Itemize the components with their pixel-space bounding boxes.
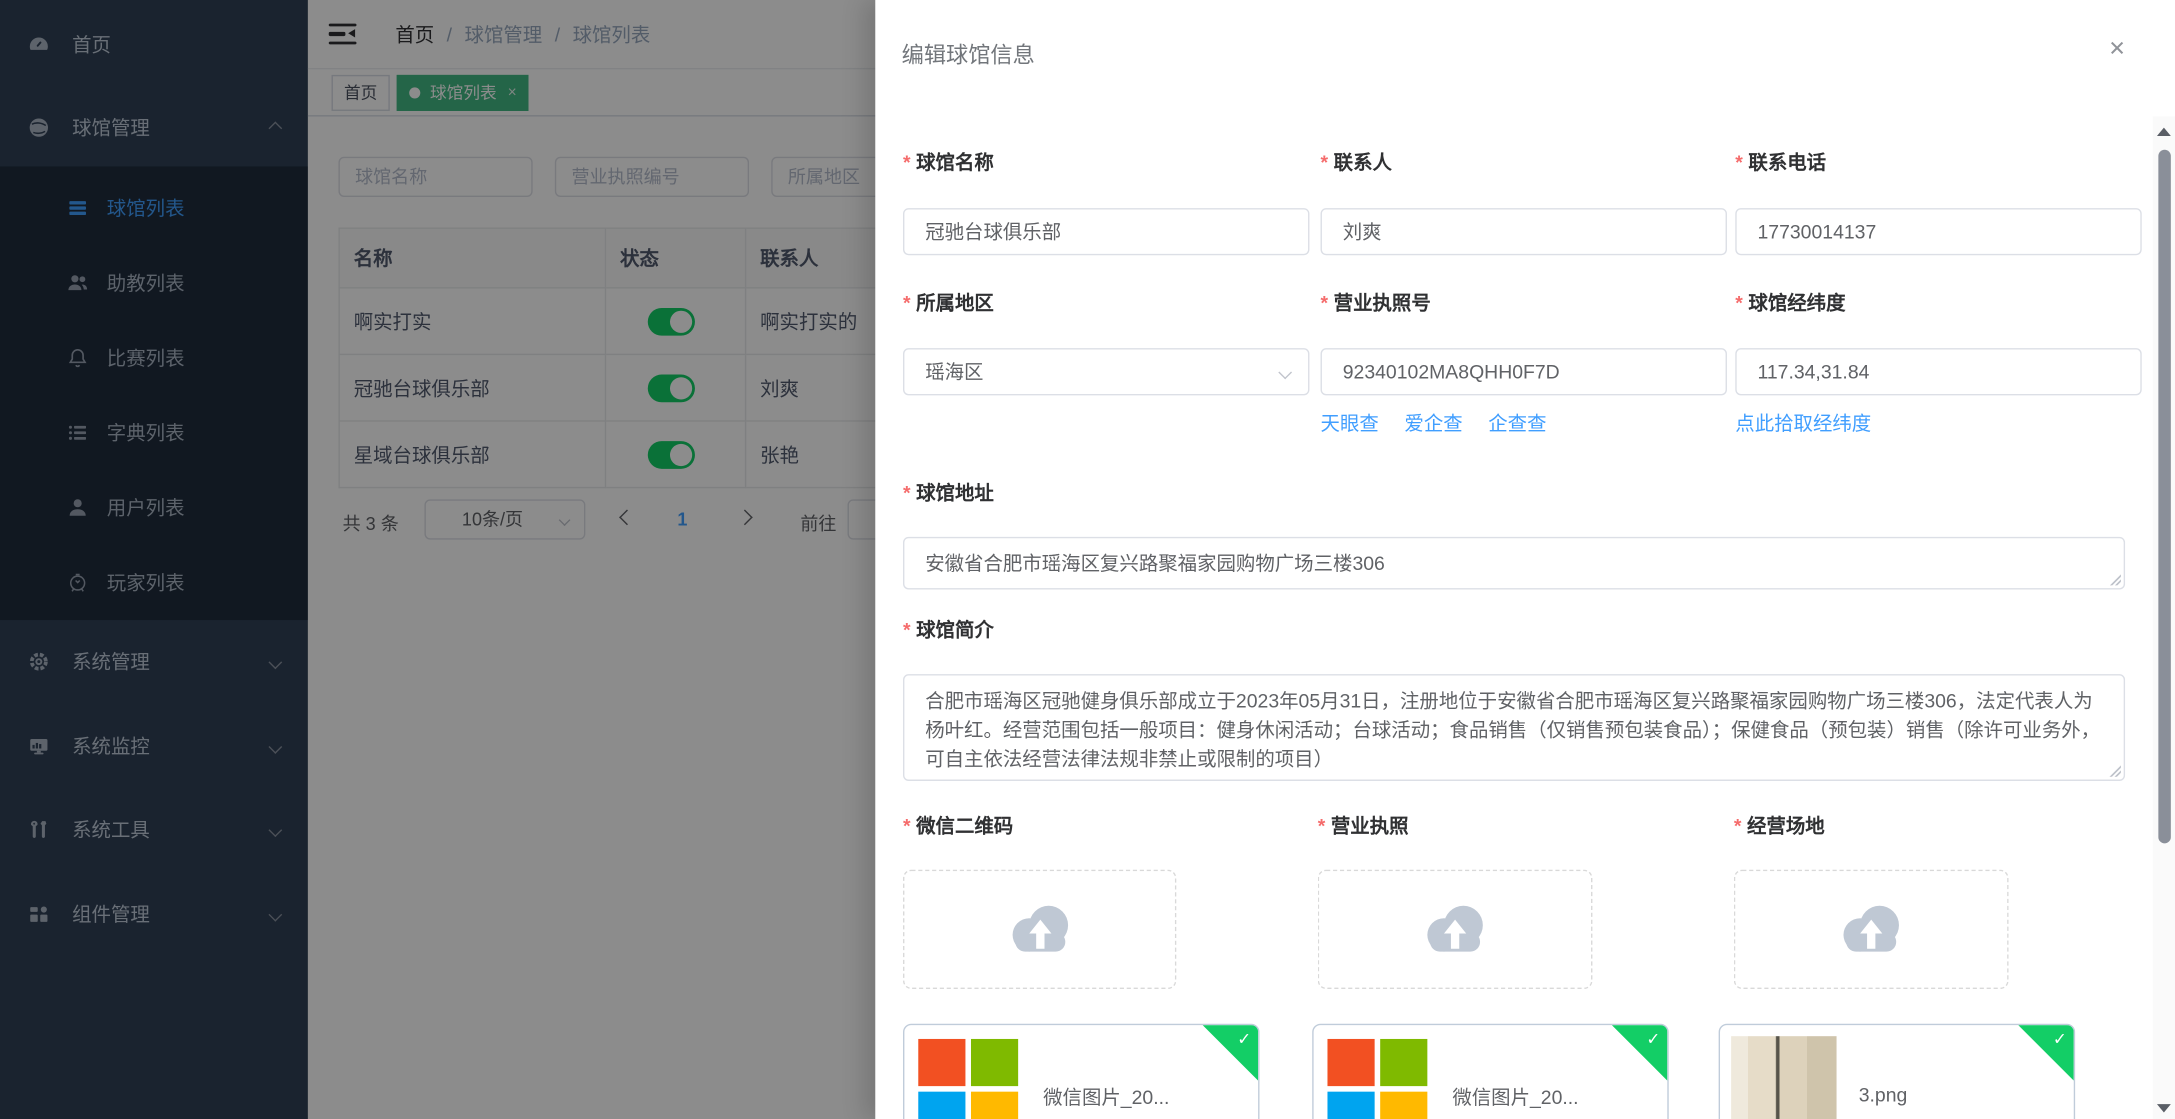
field-label-address: *球馆地址 bbox=[903, 479, 994, 507]
scroll-down-arrow[interactable] bbox=[2157, 1104, 2171, 1112]
field-label-license: *营业执照号 bbox=[1321, 289, 1431, 317]
contact-input[interactable]: 刘爽 bbox=[1321, 208, 1727, 255]
field-label-premises: *经营场地 bbox=[1734, 811, 1825, 839]
qichacha-link[interactable]: 企查查 bbox=[1488, 412, 1546, 434]
field-label-phone: *联系电话 bbox=[1735, 148, 1826, 176]
required-mark: * bbox=[1734, 814, 1742, 836]
business-license-upload-dropzone[interactable] bbox=[1318, 870, 1593, 989]
chevron-down-icon bbox=[1278, 366, 1292, 380]
uploaded-file-card[interactable]: 3.png ✓ bbox=[1719, 1024, 2075, 1119]
address-textarea[interactable]: 安徽省合肥市瑶海区复兴路聚福家园购物广场三楼306 bbox=[903, 537, 2125, 590]
required-mark: * bbox=[903, 291, 911, 313]
license-input[interactable]: 92340102MA8QHH0F7D bbox=[1321, 348, 1727, 395]
pick-latlng-link[interactable]: 点此拾取经纬度 bbox=[1735, 409, 1871, 437]
check-icon: ✓ bbox=[1237, 1029, 1251, 1048]
required-mark: * bbox=[1318, 814, 1326, 836]
required-mark: * bbox=[903, 151, 911, 173]
file-name: 微信图片_20... bbox=[1043, 1083, 1169, 1111]
cloud-upload-icon bbox=[1002, 899, 1077, 960]
resize-handle[interactable] bbox=[2108, 764, 2120, 776]
app-root: 首页 球馆管理 球馆列表 助教列表 bbox=[0, 0, 2175, 1119]
cloud-upload-icon bbox=[1418, 899, 1493, 960]
field-label-region: *所属地区 bbox=[903, 289, 994, 317]
license-lookup-links: 天眼查 爱企查 企查查 bbox=[1321, 409, 1566, 437]
wechat-qr-upload-dropzone[interactable] bbox=[903, 870, 1176, 989]
field-label-latlng: *球馆经纬度 bbox=[1735, 289, 1845, 317]
venue-name-input[interactable]: 冠驰台球俱乐部 bbox=[903, 208, 1309, 255]
file-thumbnail bbox=[1731, 1036, 1836, 1119]
required-mark: * bbox=[903, 619, 911, 641]
scroll-up-arrow[interactable] bbox=[2157, 128, 2171, 136]
uploaded-file-card[interactable]: 微信图片_20... ✓ bbox=[1312, 1024, 1668, 1119]
edit-venue-drawer: 编辑球馆信息 ✕ *球馆名称 *联系人 *联系电话 冠驰台球俱乐部 刘爽 177… bbox=[875, 0, 2175, 1119]
drawer-title: 编辑球馆信息 bbox=[902, 36, 1035, 69]
required-mark: * bbox=[1321, 291, 1329, 313]
premises-upload-dropzone[interactable] bbox=[1734, 870, 2009, 989]
region-select[interactable]: 瑶海区 bbox=[903, 348, 1309, 395]
field-label-venue-name: *球馆名称 bbox=[903, 148, 994, 176]
close-icon[interactable]: ✕ bbox=[2108, 36, 2125, 61]
cloud-upload-icon bbox=[1834, 899, 1909, 960]
scrollbar-thumb[interactable] bbox=[2158, 150, 2170, 844]
intro-textarea[interactable]: 合肥市瑶海区冠驰健身俱乐部成立于2023年05月31日，注册地位于安徽省合肥市瑶… bbox=[903, 674, 2125, 781]
resize-handle[interactable] bbox=[2108, 573, 2120, 585]
region-value: 瑶海区 bbox=[925, 361, 983, 383]
required-mark: * bbox=[903, 814, 911, 836]
required-mark: * bbox=[903, 481, 911, 503]
phone-input[interactable]: 17730014137 bbox=[1735, 208, 2141, 255]
file-name: 微信图片_20... bbox=[1452, 1083, 1578, 1111]
latlng-input[interactable]: 117.34,31.84 bbox=[1735, 348, 2141, 395]
tianyancha-link[interactable]: 天眼查 bbox=[1321, 412, 1379, 434]
field-label-intro: *球馆简介 bbox=[903, 616, 994, 644]
field-label-wechat-qr: *微信二维码 bbox=[903, 811, 1013, 839]
check-icon: ✓ bbox=[2053, 1029, 2067, 1048]
check-icon: ✓ bbox=[1646, 1029, 1660, 1048]
aiqicha-link[interactable]: 爱企查 bbox=[1404, 412, 1462, 434]
field-label-contact: *联系人 bbox=[1321, 148, 1392, 176]
required-mark: * bbox=[1735, 151, 1743, 173]
uploaded-file-card[interactable]: 微信图片_20... ✓ bbox=[903, 1024, 1259, 1119]
required-mark: * bbox=[1735, 291, 1743, 313]
field-label-business-license: *营业执照 bbox=[1318, 811, 1409, 839]
required-mark: * bbox=[1321, 151, 1329, 173]
file-thumbnail bbox=[1325, 1036, 1430, 1119]
file-name: 3.png bbox=[1859, 1083, 1908, 1105]
file-thumbnail bbox=[915, 1036, 1020, 1119]
drawer-scrollbar bbox=[2153, 117, 2175, 1119]
